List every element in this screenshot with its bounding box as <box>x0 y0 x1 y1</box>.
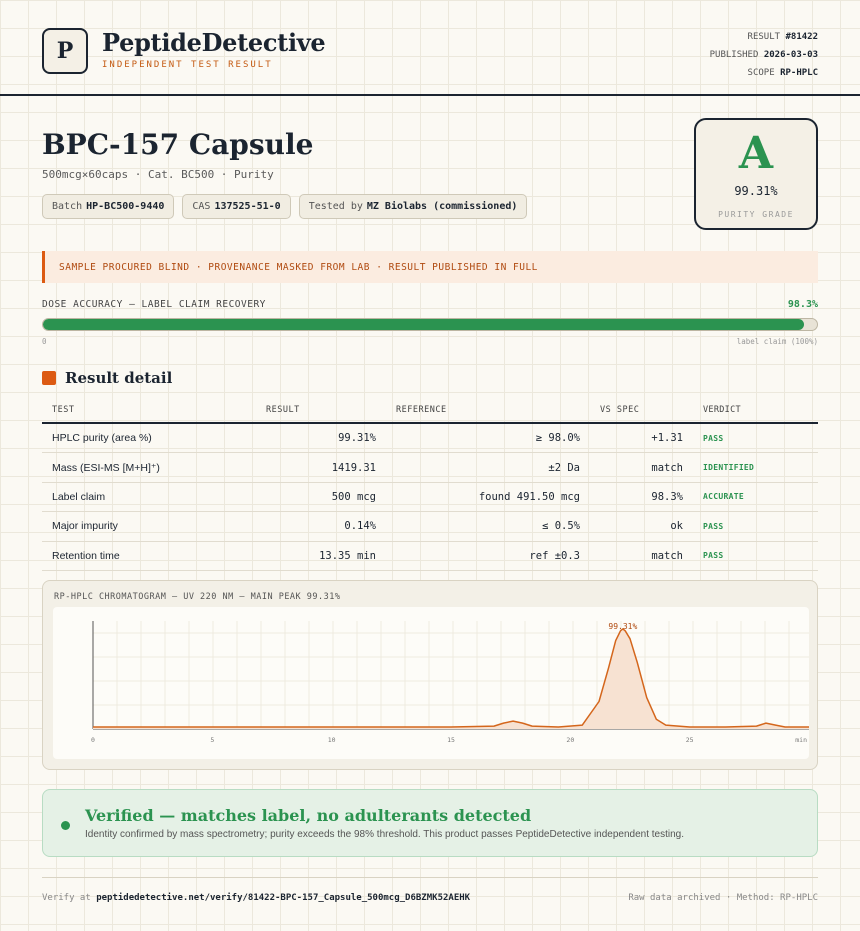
chromatogram-plot-area: 99.31% 0 5 10 15 20 25 min <box>53 607 809 759</box>
header-verdict: VERDICT <box>703 405 741 415</box>
x-tick-label: 5 <box>210 736 214 744</box>
verdict-badge: PASS <box>703 433 724 443</box>
verify-link[interactable]: peptidedetective.net/verify/81422-BPC-15… <box>96 893 470 903</box>
test-result: 99.31% <box>338 432 376 445</box>
batch-chip: Batch HP-BC500-9440 <box>42 194 175 219</box>
result-id: #81422 <box>785 32 818 42</box>
table-row: HPLC purity (area %) 99.31% ≥ 98.0% +1.3… <box>42 424 818 454</box>
table-row: Retention time 13.35 min ref ±0.3 match … <box>42 542 818 571</box>
table-header-row: TEST RESULT REFERENCE VS SPEC VERDICT <box>42 398 818 424</box>
peak-area <box>93 628 809 729</box>
section-title: Result detail <box>65 369 173 387</box>
verdict-badge: ACCURATE <box>703 492 744 502</box>
grade-letter: A <box>738 128 774 179</box>
test-result: 13.35 min <box>319 549 376 562</box>
test-name: HPLC purity (area %) <box>52 432 152 445</box>
published-date: 2026-03-03 <box>763 50 818 60</box>
grade-percent: 99.31% <box>734 184 778 198</box>
x-axis-label: min <box>795 736 807 744</box>
test-name: Mass (ESI-MS [M+H]⁺) <box>52 461 160 474</box>
verdict-badge: PASS <box>703 551 724 561</box>
verified-dot-icon <box>61 821 70 830</box>
test-vs-spec: +1.31 <box>651 432 683 445</box>
header-test: TEST <box>52 405 75 415</box>
product-subtitle: 500mcg×60caps · Cat. BC500 · Purity <box>42 168 274 181</box>
dose-accuracy-value: 98.3% <box>787 299 818 310</box>
peak-label: 99.31% <box>608 622 637 631</box>
verify-line: Verify at peptidedetective.net/verify/81… <box>42 893 471 903</box>
report-meta: RESULT #81422 PUBLISHED 2026-03-03 SCOPE… <box>710 28 818 82</box>
test-reference: ≤ 0.5% <box>542 520 580 533</box>
table-row: Mass (ESI-MS [M+H]⁺) 1419.31 ±2 Da match… <box>42 453 818 483</box>
test-result: 1419.31 <box>331 461 376 474</box>
header-result: RESULT <box>266 405 300 415</box>
dose-accuracy-bar <box>42 318 818 331</box>
x-tick-label: 0 <box>91 736 95 744</box>
verdict-badge: PASS <box>703 521 724 531</box>
report-header: P PeptideDetective INDEPENDENT TEST RESU… <box>0 0 860 96</box>
cas-chip: CAS 137525-51-0 <box>182 194 291 219</box>
section-marker-icon <box>42 371 56 385</box>
test-result: 500 mcg <box>331 490 376 503</box>
test-reference: ≥ 98.0% <box>535 432 580 445</box>
test-reference: ref ±0.3 <box>529 549 580 562</box>
result-detail-heading: Result detail <box>42 369 172 387</box>
test-name: Major impurity <box>52 520 118 533</box>
x-tick-label: 15 <box>447 736 455 744</box>
verdict-badge: IDENTIFIED <box>703 463 755 473</box>
table-row: Label claim 500 mcg found 491.50 mcg 98.… <box>42 483 818 513</box>
brand-tagline: INDEPENDENT TEST RESULT <box>102 60 273 70</box>
x-tick-label: 20 <box>566 736 574 744</box>
test-name: Retention time <box>52 549 120 562</box>
chromatogram-chart: 99.31% 0 5 10 15 20 25 min <box>91 621 809 744</box>
tested-by-chip: Tested by MZ Biolabs (commissioned) <box>298 194 528 219</box>
chromatogram-title: RP-HPLC CHROMATOGRAM — UV 220 NM — MAIN … <box>54 592 341 602</box>
chromatogram-panel: RP-HPLC CHROMATOGRAM — UV 220 NM — MAIN … <box>42 580 818 770</box>
published-line: PUBLISHED 2026-03-03 <box>709 50 818 60</box>
provenance-notice: SAMPLE PROCURED BLIND · PROVENANCE MASKE… <box>42 251 818 283</box>
scope-line: SCOPE RP-HPLC <box>747 68 818 78</box>
dose-min-label: 0 <box>42 337 47 346</box>
dose-max-label: label claim (100%) <box>736 337 818 346</box>
result-table: TEST RESULT REFERENCE VS SPEC VERDICT HP… <box>42 398 818 571</box>
series-line <box>93 628 809 728</box>
purity-grade-card: A 99.31% PURITY GRADE <box>694 118 818 230</box>
verified-banner: Verified — matches label, no adulterants… <box>42 789 818 857</box>
verified-subtitle: Identity confirmed by mass spectrometry;… <box>85 829 685 840</box>
product-title: BPC-157 Capsule <box>42 128 314 161</box>
brand-name[interactable]: PeptideDetective <box>102 28 326 57</box>
test-reference: found 491.50 mcg <box>478 490 580 503</box>
scope-value: RP-HPLC <box>780 68 818 78</box>
test-result: 0.14% <box>344 520 376 533</box>
header-reference: REFERENCE <box>396 405 447 415</box>
test-vs-spec: match <box>651 549 683 562</box>
x-tick-label: 10 <box>328 736 336 744</box>
x-tick-label: 25 <box>686 736 694 744</box>
test-reference: ±2 Da <box>548 461 580 474</box>
dose-accuracy-fill <box>43 319 804 330</box>
header-vs-spec: VS SPEC <box>600 405 640 415</box>
footer-method: Raw data archived · Method: RP-HPLC <box>628 893 818 903</box>
dose-accuracy-label: DOSE ACCURACY — LABEL CLAIM RECOVERY <box>42 299 266 310</box>
brand-logo: P <box>42 28 88 74</box>
test-vs-spec: match <box>651 461 683 474</box>
grade-label: PURITY GRADE <box>718 210 794 219</box>
product-chips: Batch HP-BC500-9440 CAS 137525-51-0 Tested… <box>42 194 528 219</box>
table-row: Major impurity 0.14% ≤ 0.5% ok PASS <box>42 512 818 542</box>
test-name: Label claim <box>52 490 106 503</box>
verified-title: Verified — matches label, no adulterants… <box>85 806 532 825</box>
test-vs-spec: ok <box>670 520 683 533</box>
test-vs-spec: 98.3% <box>651 490 683 503</box>
result-id-line: RESULT #81422 <box>747 32 818 42</box>
report-footer: Verify at peptidedetective.net/verify/81… <box>42 877 818 903</box>
